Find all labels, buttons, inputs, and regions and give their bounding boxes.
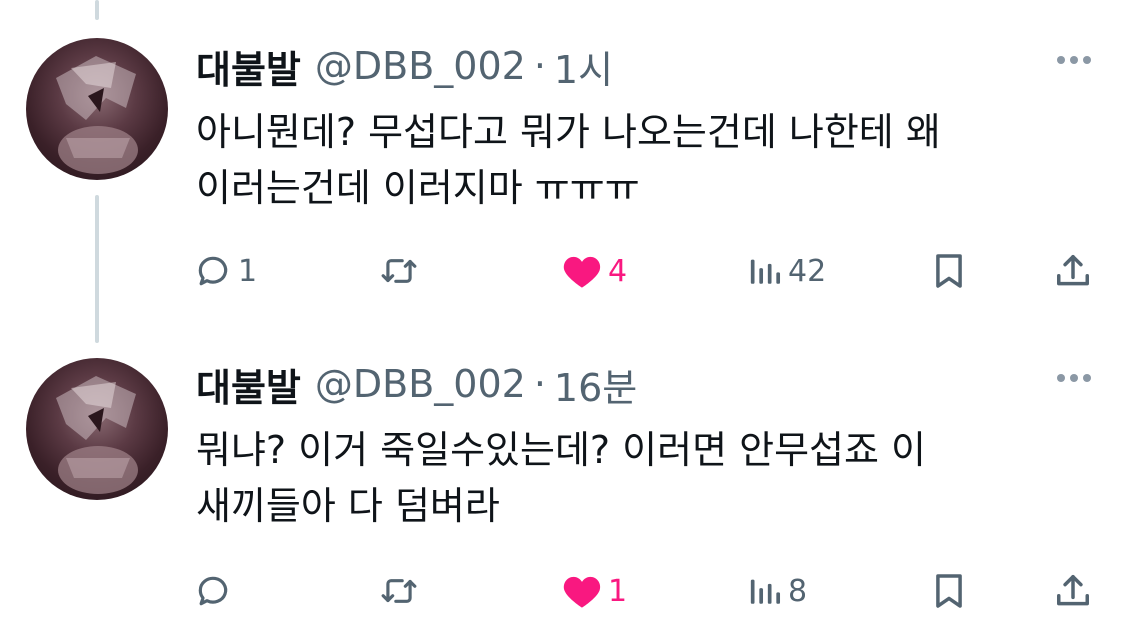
heart-icon [562,252,602,290]
separator-dot: · [533,44,546,88]
reply-count: 1 [238,253,258,289]
avatar[interactable] [26,358,168,500]
bookmark-button[interactable] [932,246,966,296]
more-dots-icon[interactable] [1057,374,1091,382]
views-button[interactable]: 42 [748,246,826,296]
thread-line-top [95,0,99,20]
bookmark-icon [932,572,966,610]
user-handle[interactable]: @DBB_002 [315,44,526,88]
avatar-image [56,376,138,494]
tweet-text: 뭐냐? 이거 죽일수있는데? 이러면 안무섭죠 이 새끼들아 다 덤벼라 [196,428,927,528]
share-upload-icon [1054,252,1092,290]
tweet-text: 아니뭔데? 무섭다고 뭐가 나오는건데 나한테 왜 이러는건데 이러지마 ㅠㅠㅠ [196,110,941,210]
views-button[interactable]: 8 [748,566,807,616]
timestamp[interactable]: 16분 [554,357,637,412]
like-button[interactable]: 1 [562,566,627,616]
heart-icon [562,572,602,610]
views-count: 42 [788,253,827,289]
tweet[interactable]: 대불발 @DBB_002 · 1시 아니뭔데? 무섭다고 뭐가 나오는건데 나한… [0,36,1125,326]
display-name[interactable]: 대불발 [196,357,301,412]
views-bar-chart-icon [748,254,782,288]
bookmark-button[interactable] [932,566,966,616]
repost-button[interactable] [378,566,426,616]
tweet-header: 대불발 @DBB_002 · 16분 [196,354,637,414]
share-button[interactable] [1054,566,1092,616]
reply-bubble-icon [194,572,232,610]
avatar[interactable] [26,38,168,180]
bookmark-icon [932,252,966,290]
like-button[interactable]: 4 [562,246,627,296]
user-handle[interactable]: @DBB_002 [315,362,526,406]
separator-dot: · [533,362,546,406]
timestamp[interactable]: 1시 [554,39,613,94]
more-dots-icon[interactable] [1057,56,1091,64]
repost-button[interactable] [378,246,426,296]
reply-bubble-icon [194,252,232,290]
tweet-header: 대불발 @DBB_002 · 1시 [196,36,613,96]
tweet[interactable]: 대불발 @DBB_002 · 16분 뭐냐? 이거 죽일수있는데? 이러면 안무… [0,354,1125,632]
action-bar: 1 8 [0,566,1125,616]
views-count: 8 [788,573,808,609]
reply-button[interactable] [194,566,238,616]
avatar-image [56,56,138,174]
reply-button[interactable]: 1 [194,246,257,296]
share-button[interactable] [1054,246,1092,296]
repost-arrows-icon [378,252,420,290]
repost-arrows-icon [378,572,420,610]
like-count: 1 [608,573,628,609]
like-count: 4 [608,253,628,289]
display-name[interactable]: 대불발 [196,39,301,94]
action-bar: 1 4 42 [0,246,1125,296]
views-bar-chart-icon [748,574,782,608]
share-upload-icon [1054,572,1092,610]
